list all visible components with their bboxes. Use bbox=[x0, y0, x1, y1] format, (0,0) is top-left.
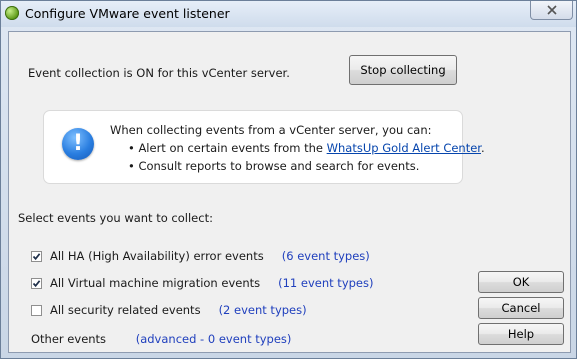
close-icon bbox=[546, 5, 557, 15]
event-row-security: All security related events (2 event typ… bbox=[31, 302, 307, 318]
cancel-button[interactable]: Cancel bbox=[478, 297, 564, 319]
events-section-label: Select events you want to collect: bbox=[18, 211, 213, 225]
stop-collecting-button[interactable]: Stop collecting bbox=[349, 55, 457, 85]
info-bullet-reports: • Consult reports to browse and search f… bbox=[128, 159, 420, 173]
info-bullet-alert: • Alert on certain events from the Whats… bbox=[128, 141, 485, 155]
migration-events-label: All Virtual machine migration events bbox=[50, 276, 261, 290]
help-button[interactable]: Help bbox=[478, 323, 564, 345]
ok-button[interactable]: OK bbox=[478, 271, 564, 293]
info-panel: ! When collecting events from a vCenter … bbox=[43, 110, 485, 184]
info-bullet-alert-suffix: . bbox=[480, 141, 485, 155]
other-events-advanced-link[interactable]: (advanced - 0 event types) bbox=[136, 332, 292, 346]
info-heading: When collecting events from a vCenter se… bbox=[110, 123, 432, 137]
title-bar[interactable]: Configure VMware event listener bbox=[1, 1, 576, 27]
vmware-listener-icon bbox=[5, 6, 19, 20]
migration-event-types-link[interactable]: (11 event types) bbox=[278, 276, 373, 290]
dialog-window: Configure VMware event listener Event co… bbox=[0, 0, 577, 359]
checkmark-icon bbox=[32, 279, 41, 287]
security-event-types-link[interactable]: (2 event types) bbox=[219, 303, 307, 317]
other-events-label: Other events bbox=[31, 332, 107, 346]
window-title: Configure VMware event listener bbox=[25, 6, 230, 21]
dialog-client: Event collection is ON for this vCenter … bbox=[8, 31, 571, 353]
ha-events-checkbox[interactable] bbox=[31, 250, 42, 262]
collection-status-text: Event collection is ON for this vCenter … bbox=[28, 66, 290, 80]
event-row-migration: All Virtual machine migration events (11… bbox=[31, 275, 373, 291]
event-row-ha: All HA (High Availability) error events … bbox=[31, 248, 370, 264]
security-events-label: All security related events bbox=[50, 303, 201, 317]
alert-center-link[interactable]: WhatsUp Gold Alert Center bbox=[327, 141, 481, 155]
migration-events-checkbox[interactable] bbox=[31, 277, 42, 289]
ha-event-types-link[interactable]: (6 event types) bbox=[282, 249, 370, 263]
close-button[interactable] bbox=[530, 1, 573, 20]
checkmark-icon bbox=[32, 252, 41, 260]
info-icon: ! bbox=[62, 128, 94, 160]
security-events-checkbox[interactable] bbox=[31, 304, 42, 316]
ha-events-label: All HA (High Availability) error events bbox=[50, 249, 264, 263]
other-events-row: Other events (advanced - 0 event types) bbox=[31, 332, 291, 346]
info-bullet-alert-prefix: • Alert on certain events from the bbox=[128, 141, 327, 155]
